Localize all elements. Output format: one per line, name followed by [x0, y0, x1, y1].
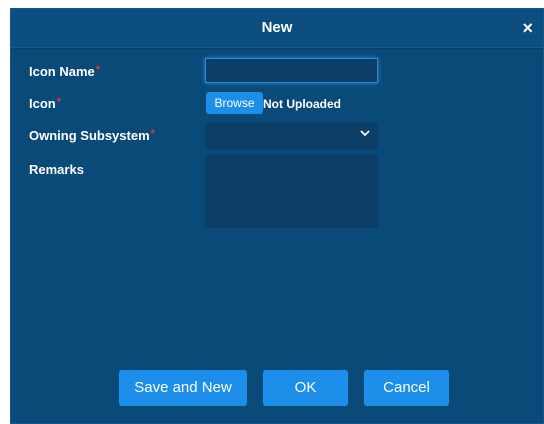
dialog-titlebar: New ×	[11, 9, 543, 48]
required-mark: *	[150, 128, 155, 140]
required-mark: *	[95, 64, 101, 76]
new-dialog: New × Icon Name* Icon* Browse Not Upload…	[10, 8, 544, 424]
remarks-label: Remarks	[29, 162, 84, 177]
browse-button[interactable]: Browse	[206, 92, 263, 114]
required-mark: *	[56, 96, 62, 108]
owning-subsystem-label-text: Owning Subsystem	[29, 128, 150, 143]
remarks-label-text: Remarks	[29, 162, 84, 177]
save-and-new-button[interactable]: Save and New	[119, 370, 247, 406]
upload-status-text: Not Uploaded	[263, 97, 341, 111]
icon-label-text: Icon	[29, 96, 56, 111]
dialog-title: New	[261, 19, 293, 36]
owning-subsystem-label: Owning Subsystem*	[29, 128, 155, 143]
icon-label: Icon*	[29, 96, 61, 111]
icon-name-label: Icon Name*	[29, 64, 100, 79]
cancel-button[interactable]: Cancel	[364, 370, 449, 406]
icon-name-label-text: Icon Name	[29, 64, 95, 79]
close-icon[interactable]: ×	[522, 18, 533, 38]
chevron-down-icon	[360, 130, 370, 137]
ok-button[interactable]: OK	[263, 370, 348, 406]
remarks-textarea[interactable]	[205, 155, 378, 228]
icon-name-input[interactable]	[205, 58, 378, 83]
owning-subsystem-select[interactable]	[205, 123, 378, 149]
